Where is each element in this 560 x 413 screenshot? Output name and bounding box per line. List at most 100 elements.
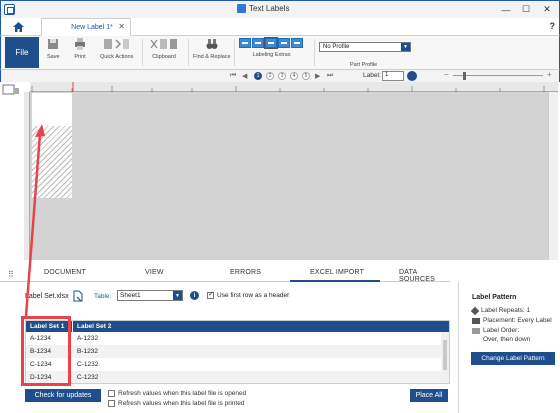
document-tab-row: New Label 1* ✕ ? (0, 18, 560, 36)
tab-new-label-1[interactable]: New Label 1* ✕ (41, 18, 131, 36)
part-profile-label: Part Profile (350, 62, 378, 68)
previous-page-icon[interactable]: ◀ (242, 72, 247, 80)
quick-actions-icon (103, 39, 129, 49)
quick-actions-button[interactable]: Quick Actions (100, 38, 133, 60)
save-icon (48, 39, 59, 49)
tag-icon (470, 306, 480, 315)
tab-view[interactable]: VIEW (145, 269, 164, 276)
label-order-row: Label Order: (472, 327, 519, 334)
labeling-extras-group: Labeling Extras (239, 37, 304, 58)
table-cell: C-1232 (77, 361, 99, 368)
clipboard-group[interactable]: Clipboard (149, 38, 179, 60)
find-replace-button[interactable]: Find & Replace (193, 38, 231, 60)
window-title: Text Labels (237, 4, 289, 13)
table-caption: Table: (94, 293, 112, 300)
zoom-slider[interactable] (453, 75, 543, 76)
order-icon (472, 327, 480, 334)
home-tab[interactable] (1, 18, 35, 36)
next-page-icon[interactable]: ▶ (315, 72, 320, 80)
tab-excel-import[interactable]: EXCEL IMPORT (310, 269, 364, 276)
column-header[interactable]: Label Set 2 (73, 321, 273, 332)
use-first-row-option[interactable]: Use first row as a header (207, 290, 289, 299)
save-button[interactable]: Save (47, 38, 60, 60)
zoom-out-icon[interactable]: − (444, 70, 449, 79)
chevron-down-icon: ▼ (401, 43, 410, 51)
sheet-select[interactable]: Sheet1 ▼ (117, 290, 183, 301)
page-dot-4[interactable]: 4 (290, 72, 298, 80)
maximize-icon: ☐ (521, 4, 531, 14)
app-window-icon[interactable] (4, 4, 15, 15)
printer-icon (75, 38, 85, 50)
grid-header: Label Set 1 Label Set 2 (26, 321, 449, 332)
active-tab-indicator (290, 280, 380, 282)
close-window-button[interactable]: ✕ (536, 1, 558, 18)
last-page-icon[interactable]: ⏭ (327, 72, 333, 80)
table-row[interactable]: C-1234 C-1232 (26, 358, 441, 371)
print-button[interactable]: Print (74, 38, 86, 60)
maximize-button[interactable]: ☐ (515, 1, 537, 18)
tab-document[interactable]: DOCUMENT (44, 269, 86, 276)
tab-label: New Label 1* (71, 23, 113, 31)
table-row[interactable]: A-1234 A-1232 (26, 332, 441, 345)
page-dot-2[interactable]: 2 (266, 72, 274, 80)
check-for-updates-button[interactable]: Check for updates (25, 389, 101, 402)
table-cell: A-1232 (77, 335, 98, 342)
label-preview[interactable] (32, 93, 72, 126)
refresh-on-print-option[interactable]: Refresh values when this label file is p… (108, 400, 244, 407)
file-button[interactable]: File (5, 37, 39, 68)
refresh-on-print-checkbox[interactable] (108, 400, 115, 407)
label-repeats-row: Label Repeats: 1 (470, 306, 530, 315)
tab-errors[interactable]: ERRORS (230, 269, 261, 276)
ribbon-toolbar: File Save Print Quick Actions Clipboard … (0, 36, 560, 70)
table-row[interactable]: B-1234 B-1232 (26, 345, 441, 358)
use-first-row-checkbox[interactable] (207, 290, 214, 299)
refresh-on-open-checkbox[interactable] (108, 390, 115, 397)
home-icon (12, 22, 24, 32)
tab-data-sources[interactable]: DATA SOURCES (399, 269, 450, 283)
excel-filename: Label Set.xlsx (25, 293, 69, 300)
annotation-highlight-box (21, 316, 71, 386)
info-icon[interactable]: i (190, 291, 199, 300)
labeling-extra-icon-2[interactable] (252, 38, 264, 48)
table-row[interactable]: D-1234 C-1232 (26, 371, 441, 383)
text-labels-icon (237, 4, 246, 13)
label-pattern-panel: Label Pattern Label Repeats: 1 Placement… (458, 282, 560, 413)
scrollbar-thumb[interactable] (443, 340, 447, 370)
canvas-vertical-scrollbar[interactable] (548, 92, 558, 260)
grid-vertical-scrollbar[interactable] (441, 332, 449, 383)
minimize-button[interactable]: — (495, 1, 517, 18)
open-file-icon[interactable] (73, 290, 83, 302)
page-dot-5[interactable]: 5 (302, 72, 310, 80)
minimize-icon: — (501, 4, 511, 15)
zoom-slider-thumb[interactable] (463, 72, 466, 80)
close-tab-icon[interactable]: ✕ (118, 22, 125, 31)
bottom-panel-tabs: DOCUMENT VIEW ERRORS EXCEL IMPORT DATA S… (0, 266, 450, 283)
zoom-in-icon[interactable]: + (547, 70, 552, 79)
change-label-pattern-button[interactable]: Change Label Pattern (471, 352, 555, 365)
label-navigation-bar: ⏮ ◀ 1 2 3 4 5 ▶ ⏭ Label: 1 − + (0, 70, 560, 82)
label-canvas[interactable] (30, 92, 548, 260)
label-properties-icon[interactable] (2, 84, 22, 98)
close-icon: ✕ (543, 4, 551, 14)
labeling-extra-icon-4[interactable] (278, 38, 290, 48)
table-cell: C-1232 (77, 373, 99, 381)
title-bar: Text Labels — ☐ ✕ (0, 0, 560, 18)
labeling-extra-icon-1[interactable] (239, 38, 251, 48)
ribbon-divider (314, 39, 315, 66)
label-number-input[interactable]: 1 (382, 71, 404, 81)
refresh-on-open-option[interactable]: Refresh values when this label file is o… (108, 390, 246, 397)
page-dot-3[interactable]: 3 (278, 72, 286, 80)
place-all-button[interactable]: Place All (410, 389, 448, 402)
profile-select[interactable]: No Profile ▼ (319, 42, 411, 52)
liner-area (32, 126, 72, 198)
horizontal-ruler (30, 82, 558, 92)
placement-row: Placement: Every Label (472, 317, 552, 324)
first-page-icon[interactable]: ⏮ (230, 72, 236, 80)
go-to-label-icon[interactable] (407, 71, 417, 81)
labeling-extra-icon-3[interactable] (264, 37, 278, 49)
page-dot-1[interactable]: 1 (254, 72, 262, 80)
label-pattern-title: Label Pattern (472, 294, 517, 301)
table-cell: B-1232 (77, 348, 98, 355)
labeling-extra-icon-5[interactable] (291, 38, 303, 48)
help-button[interactable]: ? (550, 21, 556, 31)
